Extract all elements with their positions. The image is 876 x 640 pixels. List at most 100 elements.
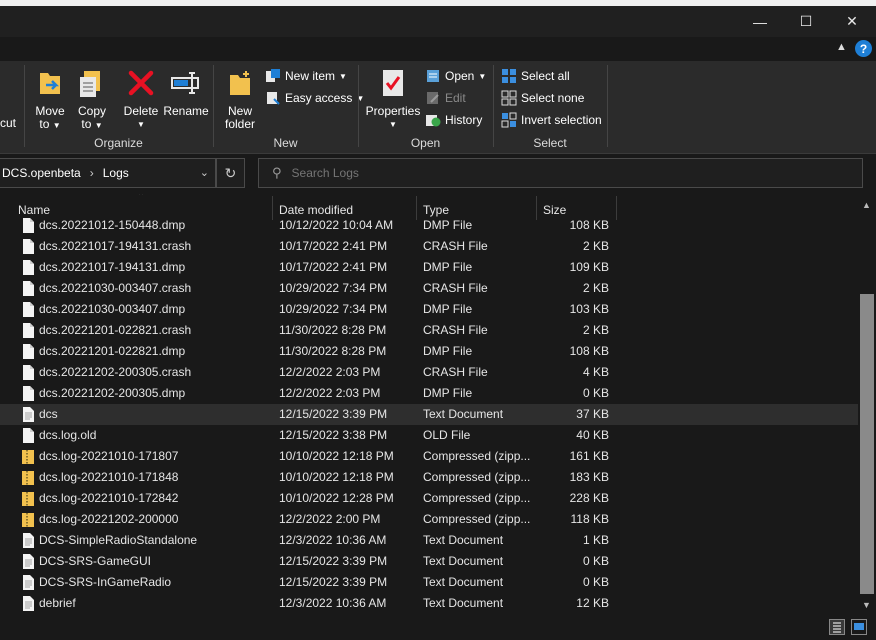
file-type: Text Document	[423, 596, 504, 610]
file-type: OLD File	[423, 428, 471, 442]
file-row[interactable]: dcs.20221030-003407.crash 10/29/2022 7:34…	[0, 278, 858, 299]
breadcrumb-current[interactable]: Logs	[103, 166, 129, 180]
edit-button[interactable]: Edit	[425, 88, 466, 108]
address-dropdown-icon[interactable]: ⌄	[200, 166, 209, 179]
file-row[interactable]: DCS-SRS-InGameRadio 12/15/2022 3:39 PM Tex…	[0, 572, 858, 593]
new-item-button[interactable]: New item ▼	[265, 66, 347, 86]
ribbon-tab-row: ▲ ?	[0, 37, 876, 61]
file-row[interactable]: dcs.20221201-022821.dmp 11/30/2022 8:28 P…	[0, 341, 858, 362]
details-view-button[interactable]	[829, 619, 845, 635]
minimize-button[interactable]: —	[737, 6, 783, 37]
file-name: DCS-SimpleRadioStandalone	[39, 533, 198, 547]
delete-button[interactable]: Delete ▼	[121, 67, 161, 131]
vertical-scrollbar[interactable]: ▲ ▼	[858, 194, 876, 614]
minimize-icon: —	[753, 13, 767, 30]
file-row[interactable]: dcs.20221012-150448.dmp 10/12/2022 10:04 …	[0, 215, 858, 236]
file-type: CRASH File	[423, 239, 488, 253]
file-row[interactable]: dcs.log-20221010-172842 10/10/2022 12:28 …	[0, 488, 858, 509]
file-row[interactable]: dcs.20221201-022821.crash 11/30/2022 8:28…	[0, 320, 858, 341]
file-size: 109 KB	[569, 260, 609, 274]
file-type: Compressed (zipp...	[423, 449, 531, 463]
file-size: 0 KB	[582, 554, 609, 568]
search-box[interactable]: ⚲	[258, 158, 863, 188]
invert-selection-label: Invert selection	[521, 113, 602, 127]
delete-label: Delete	[123, 104, 159, 118]
scroll-down-icon[interactable]: ▼	[862, 600, 871, 610]
file-row[interactable]: dcs.log-20221010-171807 10/10/2022 12:18 …	[0, 446, 858, 467]
file-type: DMP File	[423, 218, 473, 232]
file-row[interactable]: dcs.20221017-194131.dmp 10/17/2022 2:41 P…	[0, 257, 858, 278]
file-date-modified: 10/10/2022 12:28 PM	[279, 491, 394, 505]
file-name: dcs.20221202-200305.dmp	[39, 386, 186, 400]
file-row[interactable]: dcs.log-20221010-171848 10/10/2022 12:18 …	[0, 467, 858, 488]
refresh-button[interactable]: ↻	[216, 158, 245, 188]
maximize-button[interactable]: ☐	[783, 6, 829, 37]
file-size: 228 KB	[569, 491, 609, 505]
search-input[interactable]	[291, 166, 832, 180]
file-date-modified: 12/3/2022 10:36 AM	[279, 533, 387, 547]
file-row[interactable]: DCS-SimpleRadioStandalone 12/3/2022 10:36…	[0, 530, 858, 551]
file-row[interactable]: dcs.20221202-200305.crash 12/2/2022 2:03 …	[0, 362, 858, 383]
select-none-icon	[501, 90, 517, 106]
file-date-modified: 10/29/2022 7:34 PM	[279, 281, 388, 295]
file-date-modified: 12/15/2022 3:39 PM	[279, 575, 388, 589]
file-type: Text Document	[423, 554, 504, 568]
large-icons-view-button[interactable]	[851, 619, 867, 635]
easy-access-button[interactable]: Easy access ▼	[265, 88, 364, 108]
details-view-icon	[833, 622, 841, 633]
ribbon-separator	[213, 65, 214, 147]
help-icon[interactable]: ?	[855, 40, 872, 57]
file-icon	[23, 239, 34, 254]
file-type: Compressed (zipp...	[423, 491, 531, 505]
file-size: 2 KB	[582, 323, 609, 337]
file-size: 1 KB	[582, 533, 609, 547]
file-row[interactable]: dcs.20221017-194131.crash 10/17/2022 2:41…	[0, 236, 858, 257]
open-group-label: Open	[410, 136, 441, 150]
file-name: dcs.log-20221010-171848	[39, 470, 179, 484]
scroll-up-icon[interactable]: ▲	[862, 200, 871, 210]
address-row: DCS.openbeta › Logs ⌄ ↻ ⚲	[0, 154, 876, 194]
file-row[interactable]: dcs.log-20221202-200000 12/2/2022 2:00 PM…	[0, 509, 858, 530]
file-row[interactable]: dcs.20221202-200305.dmp 12/2/2022 2:03 PM…	[0, 383, 858, 404]
file-date-modified: 12/2/2022 2:03 PM	[279, 365, 381, 379]
history-button[interactable]: History	[425, 110, 482, 130]
copy-to-icon	[80, 71, 100, 97]
file-size: 108 KB	[569, 218, 609, 232]
rename-label: Rename	[163, 104, 209, 118]
file-size: 2 KB	[582, 281, 609, 295]
open-button[interactable]: Open ▼	[425, 66, 486, 86]
file-row[interactable]: debrief 12/3/2022 10:36 AM Text Document 12…	[0, 593, 858, 614]
file-row[interactable]: dcs.20221030-003407.dmp 10/29/2022 7:34 P…	[0, 299, 858, 320]
breadcrumb-parent[interactable]: DCS.openbeta	[2, 166, 81, 180]
file-row[interactable]: dcs 12/15/2022 3:39 PM Text Document 37 KB	[0, 404, 858, 425]
file-type: Compressed (zipp...	[423, 512, 531, 526]
invert-selection-button[interactable]: Invert selection	[501, 110, 602, 130]
chevron-down-icon: ▼	[137, 120, 145, 129]
file-list: ⌃ Name Date modified Type Size dcs.20221…	[0, 194, 858, 614]
copy-to-button[interactable]: Copy to ▼	[74, 67, 110, 132]
file-size: 108 KB	[569, 344, 609, 358]
properties-button[interactable]: Properties ▼	[365, 67, 421, 131]
select-none-button[interactable]: Select none	[501, 88, 584, 108]
file-type: CRASH File	[423, 365, 488, 379]
select-all-button[interactable]: Select all	[501, 66, 570, 86]
file-date-modified: 12/15/2022 3:39 PM	[279, 554, 388, 568]
file-size: 12 KB	[576, 596, 609, 610]
address-bar[interactable]: DCS.openbeta › Logs ⌄	[0, 158, 216, 188]
file-name: dcs.log.old	[39, 428, 97, 442]
file-row[interactable]: DCS-SRS-GameGUI 12/15/2022 3:39 PM Text Do…	[0, 551, 858, 572]
move-to-button[interactable]: Move to ▼	[31, 67, 69, 132]
copy-to-label-2: to	[81, 117, 92, 131]
file-name: DCS-SRS-InGameRadio	[39, 575, 172, 589]
cut-button[interactable]: cut	[0, 113, 16, 133]
file-type: DMP File	[423, 386, 473, 400]
scrollbar-thumb[interactable]	[860, 294, 874, 594]
close-button[interactable]: ✕	[829, 6, 875, 37]
collapse-ribbon-icon[interactable]: ▲	[836, 41, 847, 53]
rename-button[interactable]: Rename	[163, 67, 209, 118]
file-row[interactable]: dcs.log.old 12/15/2022 3:38 PM OLD File 40 …	[0, 425, 858, 446]
new-folder-button[interactable]: New folder	[221, 67, 259, 131]
file-name: debrief	[39, 596, 76, 610]
file-name: dcs.20221201-022821.dmp	[39, 344, 186, 358]
chevron-down-icon: ▼	[94, 121, 103, 130]
